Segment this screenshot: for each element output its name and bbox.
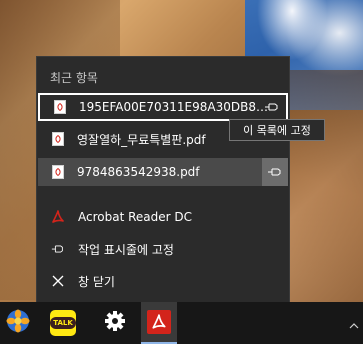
taskbar: TALK [0,302,363,344]
pdf-file-icon [54,100,66,114]
close-icon [51,274,65,288]
pin-icon[interactable] [264,102,280,112]
recent-item[interactable]: 195EFA00E70311E98A30DB8C6... [38,93,288,121]
pin-icon [267,167,283,177]
task-pin-to-taskbar[interactable]: 작업 표시줄에 고정 [38,235,288,263]
acrobat-icon [147,310,171,334]
task-label: 창 닫기 [78,274,115,289]
talk-icon: TALK [50,310,76,336]
recent-items-heading: 최근 항목 [50,71,98,85]
task-label: Acrobat Reader DC [78,210,192,224]
recent-item-label: 195EFA00E70311E98A30DB8C6... [79,100,269,114]
pin-icon [51,242,65,256]
task-close-window[interactable]: 창 닫기 [38,267,288,295]
task-label: 작업 표시줄에 고정 [78,242,174,257]
jump-list-menu: 최근 항목 195EFA00E70311E98A30DB8C6... 영잘열하_… [36,56,290,302]
chevron-up-icon[interactable] [349,316,359,329]
photo-viewer-app[interactable] [0,302,36,344]
settings-app[interactable] [97,302,133,344]
pin-tooltip: 이 목록에 고정 [229,119,325,141]
recent-item[interactable]: 9784863542938.pdf [38,158,288,186]
talk-label: TALK [50,317,76,329]
pin-button[interactable] [262,158,288,186]
acrobat-icon [51,210,65,224]
task-open-acrobat[interactable]: Acrobat Reader DC [38,203,288,231]
kakaotalk-app[interactable]: TALK [45,302,81,344]
recent-item-label: 영잘열하_무료특별판.pdf [77,132,206,147]
flower-icon [5,308,31,338]
divider [37,189,289,190]
recent-item-label: 9784863542938.pdf [77,165,200,179]
pdf-file-icon [52,165,64,179]
gear-icon [104,310,126,336]
pdf-file-icon [52,132,64,146]
acrobat-reader-app[interactable] [141,302,177,344]
